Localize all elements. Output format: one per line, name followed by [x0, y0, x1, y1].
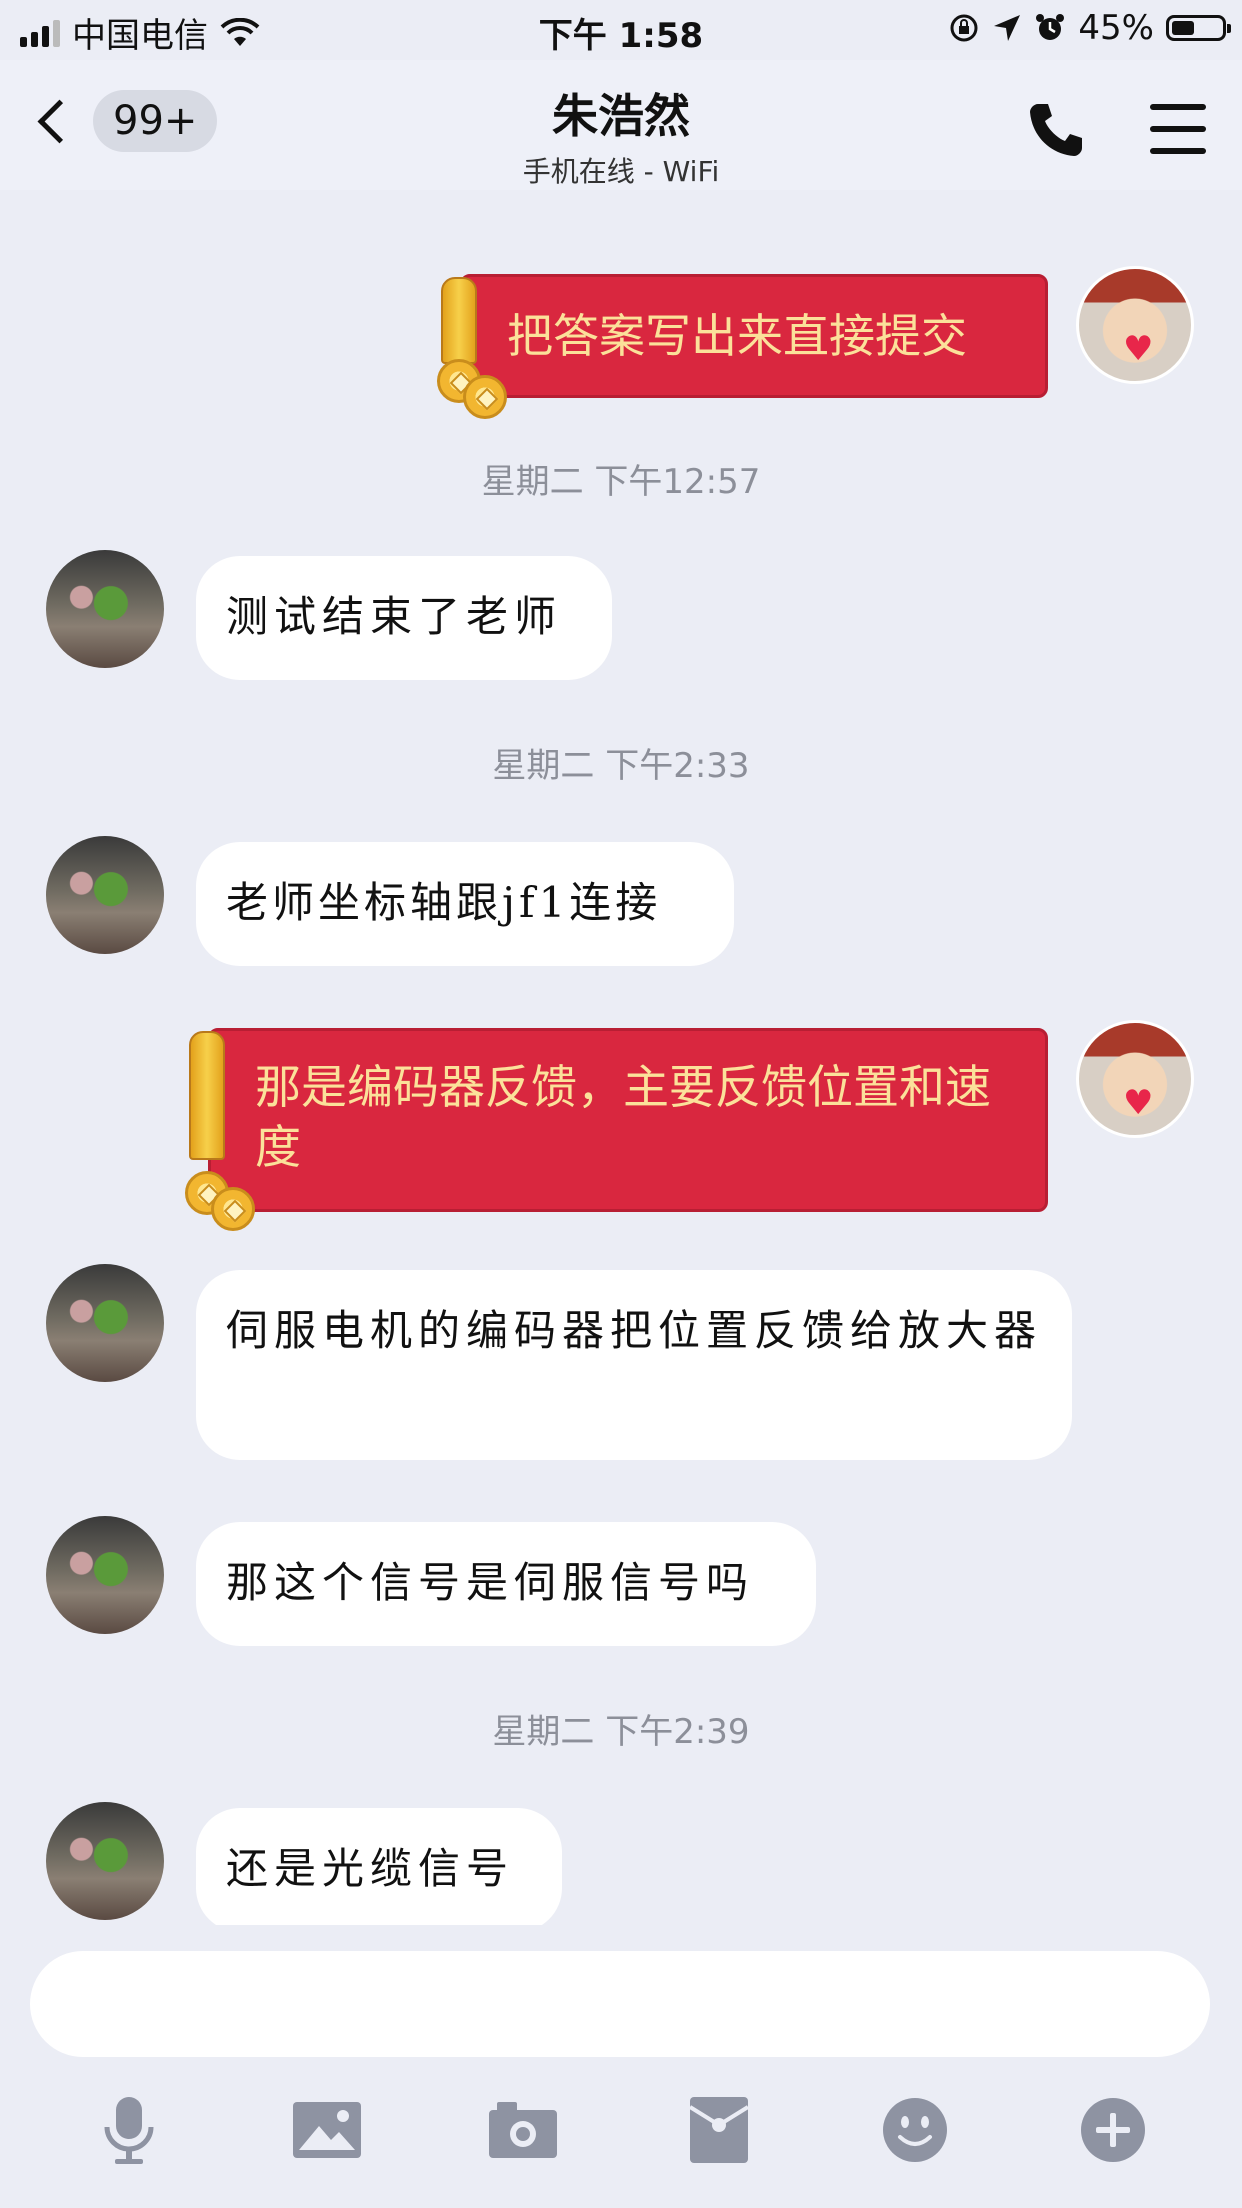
red-packet-bubble[interactable]: 把答案写出来直接提交 [437, 274, 1048, 419]
mic-icon[interactable] [94, 2095, 164, 2165]
message-text: 那这个信号是伺服信号吗 [226, 1558, 755, 1607]
my-avatar[interactable]: ♥ [1076, 266, 1194, 384]
coin-icon [211, 1187, 255, 1231]
chat-header: 99+ 朱浩然 手机在线 - WiFi [0, 60, 1242, 190]
message-text: 伺服电机的编码器把位置反馈给放大器 [226, 1306, 1043, 1355]
battery-icon [1166, 15, 1231, 41]
location-icon [994, 15, 1021, 41]
message-bubble[interactable]: 老师坐标轴跟jf1连接 [196, 842, 734, 966]
camera-icon[interactable] [488, 2095, 558, 2165]
rotation-lock-icon [950, 14, 978, 42]
message-text: 把答案写出来直接提交 [507, 309, 967, 363]
phone-icon[interactable] [1026, 100, 1086, 160]
plus-icon[interactable] [1078, 2095, 1148, 2165]
red-packet-bubble[interactable]: 那是编码器反馈，主要反馈位置和速度 [185, 1028, 1048, 1231]
contact-avatar[interactable] [46, 1516, 164, 1634]
input-area [0, 1925, 1242, 2208]
contact-avatar[interactable] [46, 550, 164, 668]
menu-icon[interactable] [1150, 104, 1206, 154]
message-text: 老师坐标轴跟jf1连接 [226, 878, 662, 927]
emoji-icon[interactable] [880, 2095, 950, 2165]
battery-percent: 45% [1078, 8, 1154, 48]
red-packet-icon[interactable] [684, 2095, 754, 2165]
message-bubble[interactable]: 伺服电机的编码器把位置反馈给放大器 [196, 1270, 1072, 1460]
message-text: 那是编码器反馈，主要反馈位置和速度 [255, 1060, 991, 1174]
message-bubble[interactable]: 还是光缆信号 [196, 1808, 562, 1925]
input-toolbar [0, 2095, 1242, 2175]
message-text: 测试结束了老师 [226, 592, 563, 641]
image-icon[interactable] [292, 2095, 362, 2165]
contact-avatar[interactable] [46, 1264, 164, 1382]
timestamp: 星期二 下午2:39 [492, 1712, 750, 1752]
coin-icon [463, 375, 507, 419]
alarm-icon [1036, 14, 1065, 40]
message-input[interactable] [30, 1951, 1210, 2057]
status-right: 45% [948, 8, 1231, 48]
scroll-decoration [441, 277, 477, 364]
my-avatar[interactable]: ♥ [1076, 1020, 1194, 1138]
timestamp: 星期二 下午2:33 [492, 746, 750, 786]
message-bubble[interactable]: 那这个信号是伺服信号吗 [196, 1522, 816, 1646]
message-bubble[interactable]: 测试结束了老师 [196, 556, 612, 680]
message-text: 还是光缆信号 [226, 1844, 515, 1893]
scroll-decoration [189, 1031, 225, 1160]
contact-avatar[interactable] [46, 836, 164, 954]
battery-fill [1172, 21, 1194, 35]
message-list[interactable]: ♥ 把答案写出来直接提交 星期二 下午12:57 测试结束了老师 星期二 下午2… [0, 190, 1242, 1925]
status-bar: 中国电信 下午 1:58 45% [0, 0, 1242, 60]
contact-avatar[interactable] [46, 1802, 164, 1920]
timestamp: 星期二 下午12:57 [481, 462, 761, 502]
